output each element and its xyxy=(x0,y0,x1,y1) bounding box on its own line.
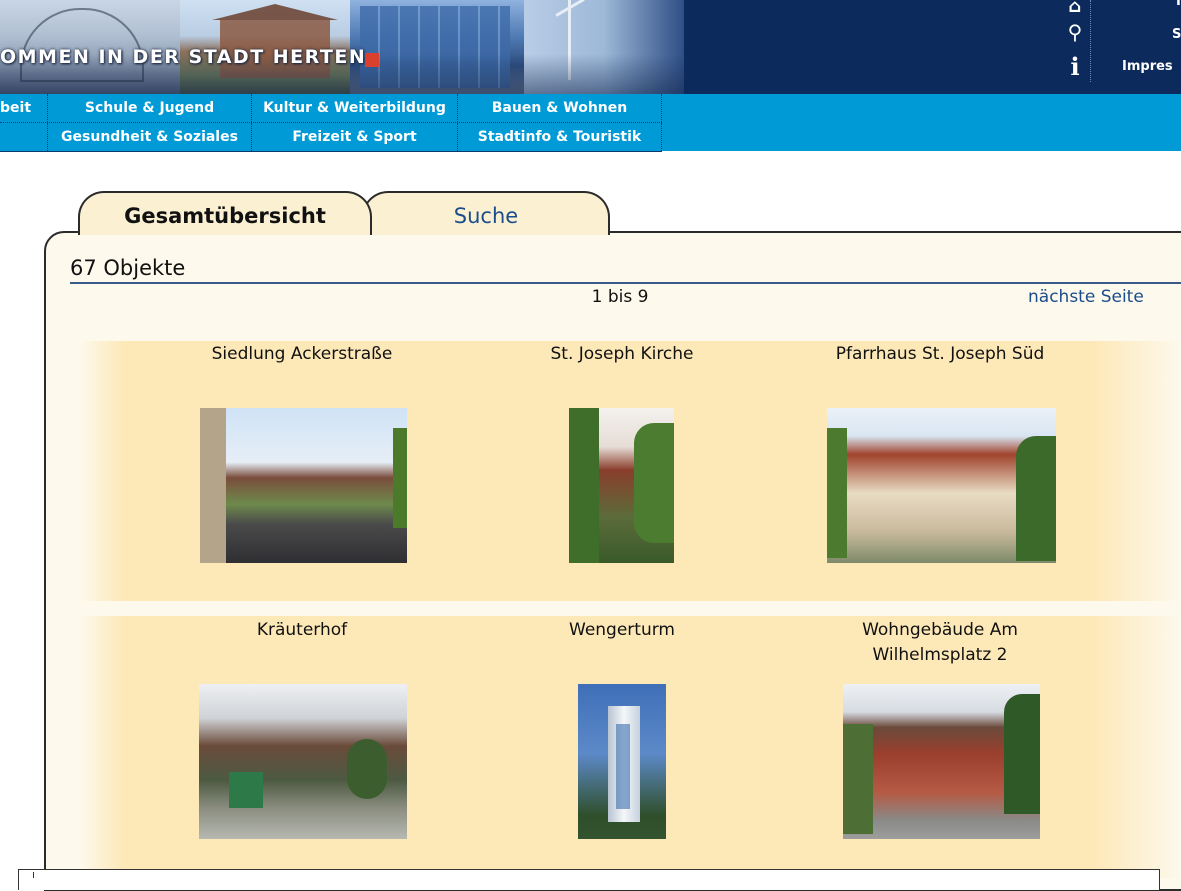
nav-item-kultur-weiterbildung[interactable]: Kultur & Weiterbildung xyxy=(252,94,458,122)
item-title[interactable]: St. Joseph Kirche xyxy=(472,342,772,367)
utility-link-sitemap[interactable]: S xyxy=(1172,27,1181,42)
nav-item-schule-jugend[interactable]: Schule & Jugend xyxy=(48,94,252,122)
item-title-line2[interactable]: Wilhelmsplatz 2 xyxy=(790,643,1090,668)
home-icon[interactable]: ⌂ xyxy=(1063,0,1087,17)
banner-photo-glass-building xyxy=(350,0,524,94)
residential-building-photo[interactable] xyxy=(843,684,1040,839)
item-title[interactable]: Wengerturm xyxy=(472,618,772,643)
site-title: OMMEN IN DER STADT HERTEN xyxy=(0,46,367,68)
tab-overview[interactable]: Gesamtübersicht xyxy=(78,191,372,235)
parsonage-photo[interactable] xyxy=(827,408,1056,563)
item-title[interactable]: Kräuterhof xyxy=(152,618,452,643)
next-page-link[interactable]: nächste Seite xyxy=(1028,287,1144,307)
nav-item-stadtinfo-touristik[interactable]: Stadtinfo & Touristik xyxy=(458,123,662,151)
herb-farm-photo[interactable] xyxy=(199,684,407,839)
nav-item-bauen-wohnen[interactable]: Bauen & Wohnen xyxy=(458,94,662,122)
utility-link-top[interactable]: I xyxy=(1176,0,1181,9)
church-photo[interactable] xyxy=(569,408,674,563)
settlement-street-photo[interactable] xyxy=(200,408,407,563)
tab-search[interactable]: Suche xyxy=(362,191,610,235)
title-divider xyxy=(70,282,1181,284)
tower-photo[interactable] xyxy=(578,684,666,839)
bottom-tick xyxy=(33,872,38,878)
utility-icons: ⌂ ⚲ i xyxy=(1063,0,1087,84)
nav-item-freizeit-sport[interactable]: Freizeit & Sport xyxy=(252,123,458,151)
results-count: 67 Objekte xyxy=(70,256,186,280)
nav-grid: beit Schule & Jugend Kultur & Weiterbild… xyxy=(0,94,662,152)
nav-item-gesundheit-soziales[interactable]: Gesundheit & Soziales xyxy=(48,123,252,151)
item-title[interactable]: Siedlung Ackerstraße xyxy=(152,342,452,367)
item-title[interactable]: Pfarrhaus St. Joseph Süd xyxy=(790,342,1090,367)
search-icon[interactable]: ⚲ xyxy=(1063,20,1087,44)
main-navigation: beit Schule & Jugend Kultur & Weiterbild… xyxy=(0,94,1181,152)
header-banner: OMMEN IN DER STADT HERTEN ⌂ ⚲ i I S Impr… xyxy=(0,0,1181,94)
logo-square xyxy=(365,53,379,67)
nav-item-arbeit[interactable]: beit xyxy=(0,94,48,122)
banner-photo-wind-turbine xyxy=(524,0,684,94)
item-title-line1[interactable]: Wohngebäude Am xyxy=(790,618,1090,643)
nav-item-blank[interactable] xyxy=(0,123,48,151)
bottom-frame xyxy=(18,869,1160,890)
info-icon[interactable]: i xyxy=(1063,52,1087,81)
results-range: 1 bis 9 xyxy=(591,287,649,307)
utility-divider xyxy=(1090,0,1091,82)
utility-link-impressum[interactable]: Impres xyxy=(1122,59,1173,74)
